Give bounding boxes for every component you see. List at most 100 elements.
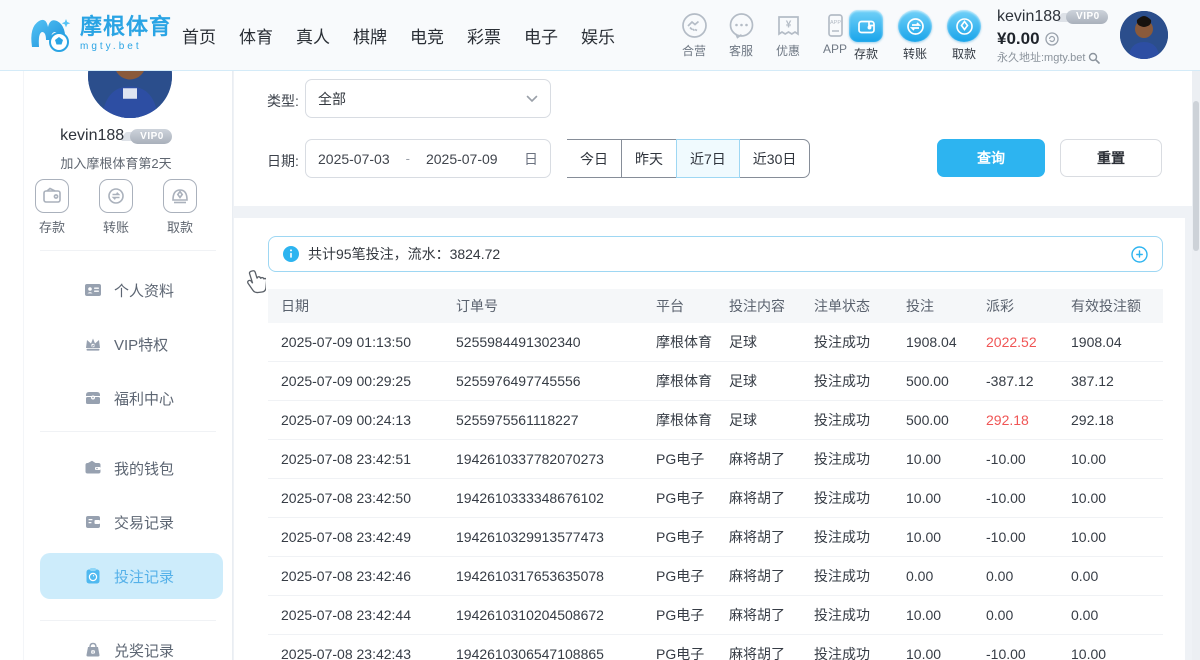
reset-button[interactable]: 重置	[1060, 139, 1162, 177]
sidebar-divider	[40, 620, 216, 621]
nav-wallet-group: 存款 转账 取款	[849, 10, 981, 62]
cell-platform: 摩根体育	[656, 332, 729, 352]
transfer-button[interactable]: 转账	[898, 10, 932, 62]
sidebar-item-transactions[interactable]: 交易记录	[40, 499, 223, 545]
date-shortcut-label: 近7日	[690, 149, 726, 169]
sidebar-item-welfare[interactable]: 福利中心	[40, 375, 223, 421]
table-row[interactable]: 2025-07-08 23:42:49 1942610329913577473 …	[268, 518, 1163, 557]
transfer-icon	[898, 10, 932, 42]
deposit-button[interactable]: 存款	[849, 10, 883, 62]
mobile-app-icon: APP	[822, 12, 849, 39]
partnership-button[interactable]: 合营	[675, 12, 713, 59]
sidebar-deposit-button[interactable]: 存款	[30, 179, 74, 236]
cell-order-number: 5255975561118227	[456, 412, 656, 428]
table-row[interactable]: 2025-07-09 00:24:13 5255975561118227 摩根体…	[268, 401, 1163, 440]
cell-platform: PG电子	[656, 566, 729, 586]
support-button[interactable]: 客服	[722, 12, 760, 59]
cell-date: 2025-07-09 00:29:25	[268, 373, 456, 389]
nav-vip-badge: VIP0	[1066, 10, 1108, 24]
cell-date: 2025-07-08 23:42:46	[268, 568, 456, 584]
coupon-icon: ¥	[775, 12, 802, 39]
table-row[interactable]: 2025-07-09 00:29:25 5255976497745556 摩根体…	[268, 362, 1163, 401]
sidebar-quick-actions: 存款 转账 取款	[0, 179, 232, 236]
nav-item-cards[interactable]: 棋牌	[353, 23, 387, 48]
cell-date: 2025-07-08 23:42:51	[268, 451, 456, 467]
search-icon[interactable]	[1088, 52, 1100, 64]
date-shortcut-button[interactable]: 昨天	[622, 139, 677, 178]
sidebar-item-vip[interactable]: VIP特权	[40, 321, 223, 367]
date-shortcut-button[interactable]: 近30日	[740, 139, 811, 178]
deposit-outline-icon	[35, 179, 69, 213]
sidebar-transfer-label: 转账	[103, 217, 129, 236]
date-shortcut-label: 今日	[580, 149, 608, 169]
export-icon[interactable]	[1131, 246, 1148, 263]
cell-order-number: 1942610306547108865	[456, 646, 656, 660]
cell-status: 投注成功	[814, 371, 906, 391]
type-select-value: 全部	[318, 89, 346, 109]
deposit-icon	[849, 10, 883, 42]
scrollbar-thumb[interactable]	[1193, 101, 1199, 251]
nav-item-live[interactable]: 真人	[296, 23, 330, 48]
table-row[interactable]: 2025-07-08 23:42:51 1942610337782070273 …	[268, 440, 1163, 479]
page-scrollbar[interactable]	[1192, 71, 1200, 660]
sidebar-item-prize-records[interactable]: 兑 兑奖记录	[40, 627, 223, 660]
nav-item-entertainment[interactable]: 娱乐	[581, 23, 615, 48]
withdraw-button[interactable]: 取款	[947, 10, 981, 62]
cell-bet-amount: 1908.04	[906, 334, 986, 350]
sidebar-withdraw-button[interactable]: 取款	[158, 179, 202, 236]
cell-bet-content: 麻将胡了	[729, 488, 814, 508]
vip-badge: VIP0	[130, 129, 172, 144]
cell-payout: 0.00	[986, 568, 1071, 584]
table-row[interactable]: 2025-07-08 23:42:46 1942610317653635078 …	[268, 557, 1163, 596]
cell-platform: 摩根体育	[656, 371, 729, 391]
query-button[interactable]: 查询	[937, 139, 1045, 177]
nav-item-esports[interactable]: 电竞	[410, 23, 444, 48]
table-header-cell: 注单状态	[814, 296, 906, 316]
nav-item-sports[interactable]: 体育	[239, 23, 273, 48]
table-row[interactable]: 2025-07-09 01:13:50 5255984491302340 摩根体…	[268, 323, 1163, 362]
date-shortcut-button[interactable]: 今日	[567, 139, 622, 178]
sidebar-item-label: 交易记录	[114, 512, 174, 533]
date-shortcut-button[interactable]: 近7日	[676, 139, 740, 178]
brand-logo[interactable]: 摩根体育 mgty.bet	[26, 11, 172, 57]
promo-button[interactable]: ¥ 优惠	[769, 12, 807, 59]
cell-status: 投注成功	[814, 527, 906, 547]
logo-icon	[26, 11, 72, 57]
transfer-label: 转账	[903, 45, 927, 62]
nav-item-home[interactable]: 首页	[182, 23, 216, 48]
date-range-input[interactable]: 2025-07-03 - 2025-07-09 日	[305, 139, 551, 178]
sidebar-item-profile[interactable]: 个人资料	[40, 267, 223, 313]
type-select[interactable]: 全部	[305, 79, 551, 118]
betting-records-page: kevin188 VIP0 加入摩根体育第2天 存款 转账	[0, 0, 1200, 660]
sidebar-transfer-button[interactable]: 转账	[94, 179, 138, 236]
table-header-cell: 派彩	[986, 296, 1071, 316]
refresh-balance-icon[interactable]	[1045, 32, 1059, 46]
balance-amount: ¥0.00	[997, 30, 1040, 47]
sidebar-deposit-label: 存款	[39, 217, 65, 236]
sidebar-item-wallet[interactable]: 我的钱包	[40, 445, 223, 491]
cell-status: 投注成功	[814, 449, 906, 469]
support-label: 客服	[729, 42, 753, 59]
app-label: APP	[823, 42, 847, 56]
sidebar-divider	[40, 250, 216, 251]
table-header-cell: 日期	[268, 296, 456, 316]
promo-label: 优惠	[776, 42, 800, 59]
summary-bar: 共计95笔投注，流水：3824.72	[268, 236, 1163, 272]
cell-valid-bet: 10.00	[1071, 451, 1163, 467]
brand-domain: mgty.bet	[80, 42, 172, 52]
svg-text:APP: APP	[829, 20, 840, 26]
sidebar-item-betting-records[interactable]: 投注记录	[40, 553, 223, 599]
avatar[interactable]	[1120, 11, 1168, 59]
cell-valid-bet: 10.00	[1071, 529, 1163, 545]
user-info-block[interactable]: kevin188 VIP0 ¥0.00 永久地址:mgty.bet	[997, 9, 1108, 64]
table-row[interactable]: 2025-07-08 23:42:50 1942610333348676102 …	[268, 479, 1163, 518]
table-row[interactable]: 2025-07-08 23:42:44 1942610310204508672 …	[268, 596, 1163, 635]
transfer-outline-icon	[99, 179, 133, 213]
table-row[interactable]: 2025-07-08 23:42:43 1942610306547108865 …	[268, 635, 1163, 660]
sidebar-item-label: VIP特权	[114, 334, 168, 355]
cell-order-number: 1942610310204508672	[456, 607, 656, 623]
nav-item-lottery[interactable]: 彩票	[467, 23, 501, 48]
nav-item-slots[interactable]: 电子	[524, 23, 558, 48]
cell-payout: -10.00	[986, 646, 1071, 660]
sidebar-item-label: 个人资料	[114, 280, 174, 301]
